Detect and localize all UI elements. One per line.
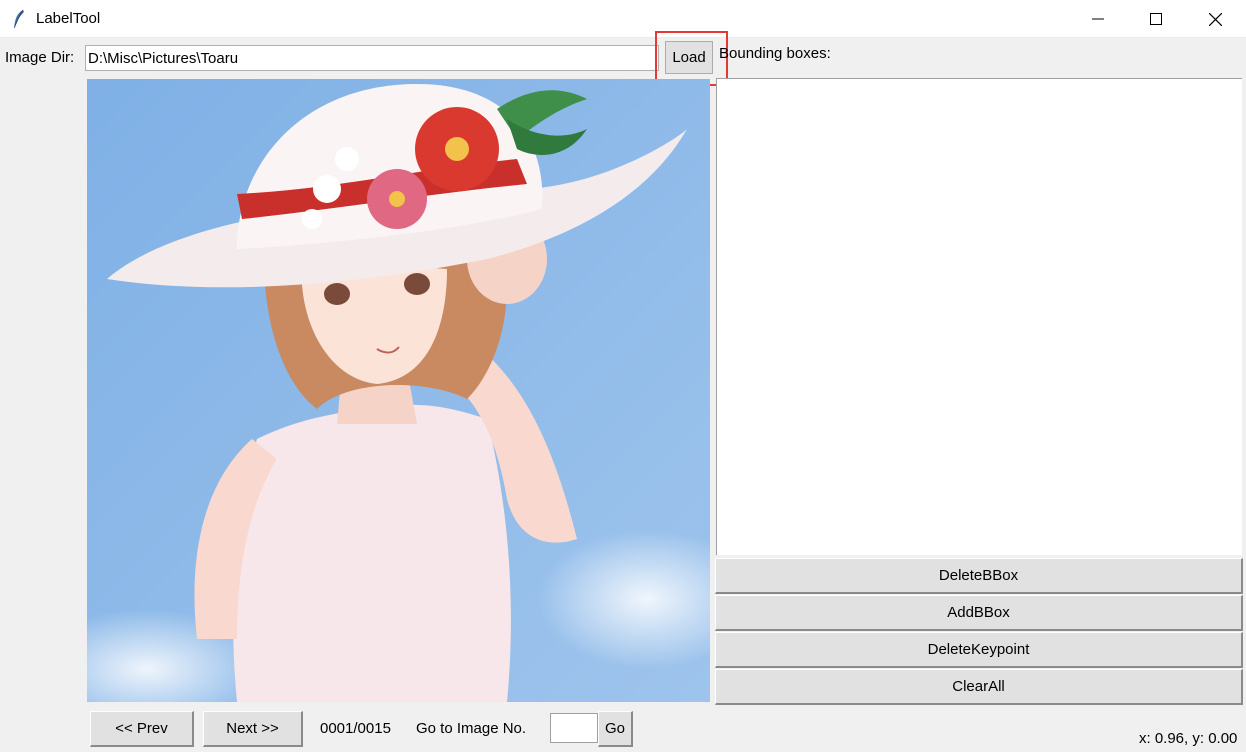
delete-bbox-button[interactable]: DeleteBBox: [715, 558, 1243, 594]
load-button[interactable]: Load: [665, 41, 713, 74]
clear-all-button[interactable]: ClearAll: [715, 669, 1243, 705]
maximize-button[interactable]: [1127, 0, 1185, 38]
image-dir-label: Image Dir:: [5, 49, 75, 66]
minimize-icon: [1092, 18, 1104, 20]
minimize-button[interactable]: [1069, 0, 1127, 38]
go-button[interactable]: Go: [598, 711, 633, 747]
add-bbox-button[interactable]: AddBBox: [715, 595, 1243, 631]
cursor-coordinates: x: 0.96, y: 0.00: [1139, 730, 1238, 747]
goto-image-input[interactable]: [550, 713, 598, 743]
close-button[interactable]: [1185, 0, 1246, 38]
close-icon: [1209, 12, 1222, 26]
window-title: LabelTool: [36, 10, 101, 27]
feather-icon: [14, 9, 24, 28]
title-bar: LabelTool: [0, 0, 1246, 38]
image-dir-input[interactable]: [85, 45, 659, 71]
goto-label: Go to Image No.: [416, 720, 527, 737]
image-progress: 0001/0015: [320, 720, 391, 737]
prev-button[interactable]: << Prev: [90, 711, 194, 747]
image-canvas[interactable]: [87, 79, 710, 702]
maximize-icon: [1150, 13, 1162, 25]
anime-girl-sunhat-image: [87, 79, 710, 702]
next-button[interactable]: Next >>: [203, 711, 303, 747]
bounding-boxes-list[interactable]: [716, 78, 1242, 555]
bounding-boxes-label: Bounding boxes:: [719, 45, 831, 62]
delete-keypoint-button[interactable]: DeleteKeypoint: [715, 632, 1243, 668]
